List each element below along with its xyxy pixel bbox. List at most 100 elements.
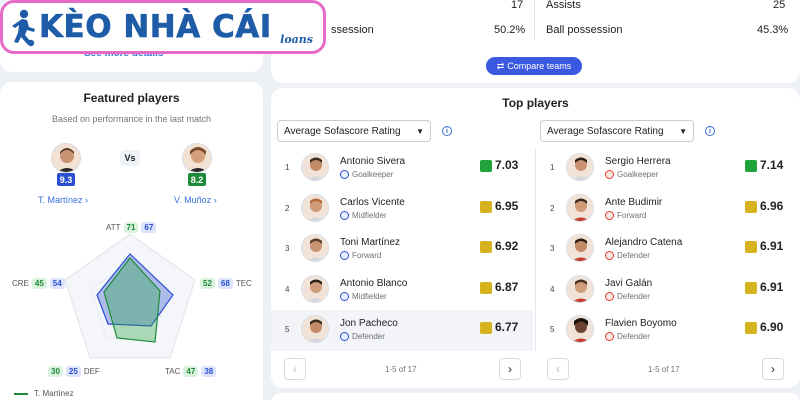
axis-tac: TAC 47 38: [165, 366, 217, 377]
player-rank: 4: [550, 284, 555, 294]
player-rating: 7.14: [760, 158, 784, 172]
player-avatar: [566, 274, 594, 303]
axis-tec-away: 68: [217, 278, 233, 289]
player-avatar: [301, 153, 329, 181]
home-top-players-list: 1 Antonio Sivera Goalkeeper 7.03 2 Carlo…: [271, 148, 533, 351]
logo-subtitle: loans: [280, 33, 313, 46]
stat-assists-home: 17: [511, 0, 524, 11]
team-crest-icon: [340, 210, 349, 220]
player-position: Goalkeeper: [617, 170, 659, 179]
axis-def-home: 30: [48, 366, 63, 377]
player-row[interactable]: 2 Carlos Vicente Midfielder 6.95: [271, 189, 533, 230]
home-player-name[interactable]: T. Martínez ›: [38, 195, 88, 205]
player-row[interactable]: 4 Javi Galán Defender 6.91: [536, 270, 797, 311]
left-prev-page-button[interactable]: ‹: [284, 358, 306, 380]
right-next-page-button[interactable]: ›: [762, 358, 784, 380]
home-player-photo[interactable]: [51, 143, 81, 173]
compare-teams-button[interactable]: ⇄ Compare teams: [486, 57, 582, 75]
rating-indicator-icon: [480, 241, 492, 253]
logo-title: KÈO NHÀ CÁI: [39, 9, 272, 46]
axis-tac-away: 38: [201, 366, 217, 377]
player-name: Jon Pacheco: [340, 318, 398, 329]
team-crest-icon: [605, 170, 614, 179]
player-rating: 6.91: [760, 279, 784, 294]
caret-down-icon: ▼: [679, 126, 687, 136]
axis-def: 30 25 DEF: [48, 366, 100, 377]
player-avatar: [301, 274, 329, 303]
player-row[interactable]: 5 Flavien Boyomo Defender 6.90: [536, 310, 797, 351]
stat-possession-label: Ball possession: [546, 24, 623, 36]
axis-tac-home: 47: [183, 366, 199, 377]
rating-indicator-icon: [745, 200, 757, 213]
player-rank: 1: [550, 163, 555, 172]
legend-home-label: T. Martínez: [34, 389, 74, 398]
axis-def-label: DEF: [83, 367, 100, 376]
left-metric-value: Average Sofascore Rating: [284, 125, 401, 137]
left-metric-dropdown[interactable]: Average Sofascore Rating ▼: [277, 120, 431, 142]
chart-legend: T. Martínez: [14, 389, 74, 398]
right-prev-page-button[interactable]: ‹: [547, 358, 569, 380]
player-name: Antonio Blanco: [340, 277, 408, 289]
player-row[interactable]: 1 Antonio Sivera Goalkeeper 7.03: [271, 148, 533, 189]
player-rating: 6.95: [495, 198, 519, 213]
axis-cre: CRE 45 54: [12, 278, 65, 289]
site-logo-banner[interactable]: KÈO NHÀ CÁI loans: [0, 0, 326, 54]
player-row[interactable]: 2 Ante Budimir Forward 6.96: [536, 189, 797, 230]
player-rating: 6.77: [495, 320, 519, 334]
player-row[interactable]: 4 Antonio Blanco Midfielder 6.87: [271, 270, 533, 311]
player-rank: 1: [285, 163, 290, 172]
vs-label: Vs: [120, 150, 140, 166]
left-pager-text: 1-5 of 17: [385, 365, 417, 374]
home-player-rating: 9.3: [57, 173, 75, 186]
team-crest-icon: [340, 251, 349, 260]
featured-players-title: Featured players: [83, 91, 180, 105]
left-next-page-button[interactable]: ›: [499, 358, 521, 380]
axis-att-label: ATT: [106, 223, 121, 232]
player-row[interactable]: 3 Alejandro Catena Defender 6.91: [536, 229, 797, 270]
player-rank: 2: [285, 203, 290, 213]
axis-cre-away: 54: [49, 278, 65, 289]
compare-teams-label: Compare teams: [507, 61, 572, 71]
player-row[interactable]: 3 Toni Martínez Forward 6.92: [271, 229, 533, 270]
player-rating: 7.03: [495, 158, 519, 172]
axis-cre-home: 45: [31, 278, 47, 289]
stat-possession-label-left: ssession: [331, 24, 374, 36]
away-player-name[interactable]: V. Muñoz ›: [174, 195, 217, 205]
player-rank: 5: [285, 325, 290, 334]
player-row[interactable]: 1 Sergio Herrera Goalkeeper 7.14: [536, 148, 797, 189]
player-avatar: [301, 193, 329, 222]
rating-indicator-icon: [745, 241, 757, 253]
runner-logo-icon: [9, 7, 37, 47]
chevron-right-icon: ›: [213, 195, 217, 205]
player-rank: 5: [550, 325, 555, 334]
away-player-photo[interactable]: [182, 143, 212, 173]
player-avatar: [301, 234, 329, 262]
axis-att-home: 71: [123, 222, 139, 233]
info-icon[interactable]: i: [442, 126, 452, 136]
legend-swatch-home: [14, 392, 28, 395]
player-position: Forward: [617, 210, 647, 220]
player-name: Carlos Vicente: [340, 196, 405, 208]
player-row[interactable]: 5 Jon Pacheco Defender 6.77: [271, 310, 533, 351]
axis-tec: 52 68 TEC: [200, 278, 252, 289]
info-icon[interactable]: i: [705, 126, 715, 136]
axis-cre-label: CRE: [12, 279, 29, 288]
player-position: Defender: [617, 332, 650, 341]
top-players-card: Top players Average Sofascore Rating ▼ i…: [271, 88, 800, 388]
team-crest-icon: [340, 332, 349, 341]
rating-indicator-icon: [480, 200, 492, 213]
player-avatar: [566, 234, 594, 262]
axis-att-away: 67: [141, 222, 157, 233]
player-position: Defender: [617, 251, 650, 260]
player-position: Midfielder: [352, 210, 387, 220]
compare-icon: ⇄: [496, 60, 505, 71]
attribute-radar-chart: [64, 233, 196, 359]
rating-indicator-icon: [745, 322, 757, 334]
stat-possession-home: 50.2%: [494, 24, 526, 36]
player-name: Antonio Sivera: [340, 156, 406, 167]
player-position: Forward: [352, 251, 382, 260]
team-crest-icon: [605, 210, 614, 220]
player-rank: 3: [550, 244, 555, 253]
player-position: Defender: [352, 332, 385, 341]
right-metric-dropdown[interactable]: Average Sofascore Rating ▼: [540, 120, 694, 142]
